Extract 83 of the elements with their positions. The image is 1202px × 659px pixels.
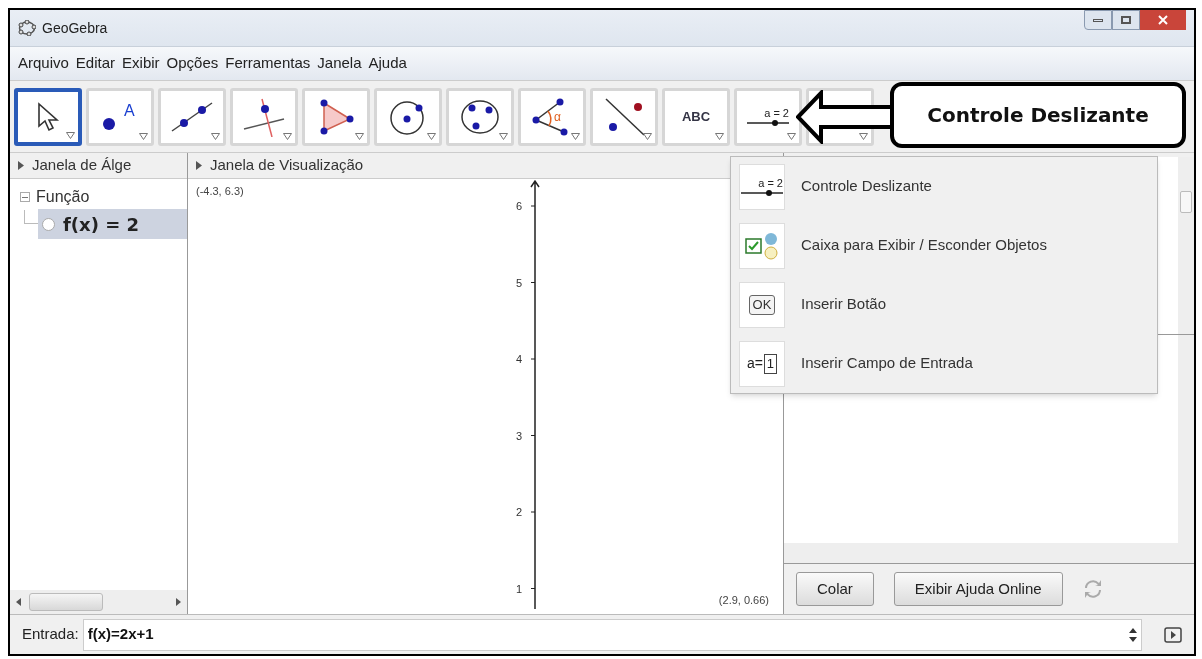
- tree-item[interactable]: Função: [36, 185, 90, 209]
- arrow-cursor-icon: [35, 101, 61, 132]
- menu-item[interactable]: Janela: [317, 52, 362, 75]
- panel-title: Janela de Visualização: [210, 155, 364, 176]
- axis-tick-label: 4: [516, 352, 523, 367]
- maximize-button[interactable]: [1112, 10, 1140, 30]
- close-button[interactable]: [1140, 10, 1186, 30]
- action-button[interactable]: Colar: [796, 572, 874, 606]
- perpendicular-lines-icon: [242, 96, 286, 137]
- tool-button[interactable]: A: [86, 87, 154, 146]
- menu-item[interactable]: Caixa para Exibir / Esconder Objetos: [731, 216, 1157, 275]
- visibility-toggle-icon[interactable]: [42, 217, 55, 231]
- tool-button[interactable]: a = 2: [734, 87, 802, 146]
- menu-item-label: Controle Deslizante: [801, 176, 932, 197]
- input-field[interactable]: f(x)=2x+1: [82, 618, 1142, 651]
- menu-item[interactable]: a = 2 Controle Deslizante: [731, 157, 1157, 216]
- menu-item[interactable]: Exibir: [122, 52, 160, 75]
- input-label: Entrada:: [22, 624, 79, 645]
- menu-item-label: Inserir Campo de Entrada: [801, 353, 973, 374]
- tool-button[interactable]: α: [518, 87, 586, 146]
- menu-item[interactable]: a= 1 Inserir Campo de Entrada: [731, 334, 1157, 393]
- dropdown-triangle-icon: [355, 132, 364, 140]
- corner-coordinates: (2.9, 0.66): [718, 592, 769, 608]
- dropdown-triangle-icon: [643, 132, 652, 140]
- algebra-object: f(x) = 2: [63, 212, 140, 237]
- horizontal-scrollbar[interactable]: [784, 543, 1194, 563]
- slider-icon-label: a = 2: [764, 106, 789, 119]
- expand-arrow-icon[interactable]: [18, 161, 24, 170]
- menu-item[interactable]: Ferramentas: [225, 52, 311, 75]
- axis-tick-label: 1: [516, 581, 523, 597]
- menu-item[interactable]: Editar: [75, 52, 116, 75]
- window-title: GeoGebra: [42, 18, 108, 38]
- ellipse-icon: [459, 97, 501, 136]
- input-text[interactable]: f(x)=2x+1: [87, 623, 1129, 646]
- expand-arrow-icon[interactable]: [196, 161, 202, 170]
- vertical-scrollbar[interactable]: [1178, 335, 1194, 543]
- corner-coordinates: (-4.3, 6.3): [196, 184, 244, 199]
- panel-title: Janela de Álge: [32, 155, 132, 176]
- callout-text: Controle Deslizante: [927, 102, 1149, 129]
- text-tool-label: ABC: [681, 107, 711, 126]
- action-button[interactable]: Exibir Ajuda Online: [893, 572, 1063, 606]
- menu-item[interactable]: Opções: [166, 52, 219, 75]
- angle-label: α: [554, 108, 561, 126]
- axis-tick-label: 6: [516, 199, 523, 214]
- spinner-icon[interactable]: [1129, 627, 1137, 642]
- slider-icon: [747, 118, 789, 127]
- ok-button-icon: OK: [748, 294, 776, 315]
- reflect-about-line-icon: [602, 96, 646, 137]
- axis-tick-label: 5: [516, 275, 523, 291]
- point-label: A: [124, 100, 135, 121]
- dropdown-triangle-icon: [499, 132, 508, 140]
- dropdown-triangle-icon: [787, 132, 796, 140]
- dropdown-triangle-icon: [66, 131, 75, 139]
- menu-item-label: Inserir Botão: [801, 294, 887, 315]
- dropdown-triangle-icon: [427, 132, 436, 140]
- close-icon: [1158, 15, 1168, 25]
- axis-tick-label: 2: [516, 505, 523, 520]
- dropdown-triangle-icon: [139, 132, 148, 140]
- slider-icon: [741, 188, 783, 197]
- play-icon[interactable]: [1164, 626, 1182, 643]
- tool-button[interactable]: ABC: [662, 87, 730, 146]
- vertical-scrollbar[interactable]: [1178, 157, 1194, 334]
- app-logo-icon: [18, 20, 36, 36]
- minimize-button[interactable]: [1084, 10, 1112, 30]
- input-icon-label: a=: [746, 354, 763, 373]
- axis-tick-label: 3: [516, 428, 523, 444]
- menu-item[interactable]: OK Inserir Botão: [731, 275, 1157, 334]
- point-icon: [102, 116, 116, 131]
- dropdown-triangle-icon: [211, 132, 220, 140]
- tool-button[interactable]: [14, 87, 82, 146]
- slider-icon-label: a = 2: [758, 176, 783, 189]
- menu-item[interactable]: Ajuda: [368, 52, 407, 75]
- menu-item-label: Caixa para Exibir / Esconder Objetos: [801, 235, 1047, 256]
- checkbox-with-circles-icon: [744, 230, 780, 261]
- algebra-object-row[interactable]: f(x) = 2: [38, 209, 187, 239]
- menu-item[interactable]: Arquivo: [18, 52, 69, 75]
- dropdown-triangle-icon: [283, 132, 292, 140]
- dropdown-triangle-icon: [571, 132, 580, 140]
- scroll-left-icon[interactable]: [16, 598, 21, 606]
- scroll-right-icon[interactable]: [176, 598, 181, 606]
- dropdown-triangle-icon: [715, 132, 724, 140]
- collapse-toggle-icon[interactable]: [20, 192, 30, 202]
- input-icon-box: 1: [763, 353, 778, 374]
